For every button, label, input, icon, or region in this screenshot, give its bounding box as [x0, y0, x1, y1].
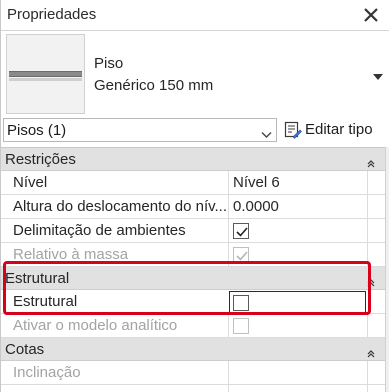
- group-estrutural[interactable]: Estrutural: [1, 267, 385, 290]
- property-name: Estrutural: [13, 293, 78, 310]
- property-grid: Restrições Nível Nível 6 Altura do deslo…: [1, 147, 385, 392]
- property-row-delimitacao-ambientes[interactable]: Delimitação de ambientes: [1, 219, 385, 243]
- type-selector[interactable]: Piso Genérico 150 mm: [1, 31, 389, 116]
- property-value-field[interactable]: 0.0000: [228, 195, 367, 219]
- property-name: Delimitação de ambientes: [13, 222, 186, 239]
- instance-filter-dropdown[interactable]: Pisos (1): [3, 118, 277, 142]
- property-value-field[interactable]: Nível 6: [228, 171, 367, 195]
- edit-type-button[interactable]: Editar tipo: [282, 118, 382, 142]
- type-preview-image: [6, 34, 85, 114]
- related-to-mass-checkbox: [233, 247, 249, 263]
- property-row-nivel[interactable]: Nível Nível 6: [1, 171, 385, 195]
- group-label: Restrições: [5, 151, 76, 168]
- group-restricoes[interactable]: Restrições: [1, 148, 385, 171]
- triangle-down-icon[interactable]: [371, 69, 385, 80]
- group-cotas[interactable]: Cotas: [1, 338, 385, 361]
- property-row-ativar-modelo-analitico: Ativar o modelo analítico: [1, 314, 385, 338]
- group-label: Estrutural: [5, 270, 70, 287]
- close-icon[interactable]: [359, 3, 383, 27]
- property-value: 0.0000: [233, 198, 279, 215]
- edit-type-icon: [284, 121, 302, 139]
- property-value: Nível 6: [233, 174, 280, 191]
- type-family-label: Piso: [94, 55, 124, 72]
- property-row-partial: [1, 385, 385, 392]
- properties-palette: Propriedades Piso Genérico 150 mm Pisos …: [0, 0, 389, 392]
- structural-checkbox[interactable]: [233, 295, 249, 311]
- palette-title: Propriedades: [7, 6, 97, 23]
- chevron-down-icon: [261, 126, 272, 138]
- edit-type-label: Editar tipo: [305, 121, 373, 138]
- room-bounding-checkbox[interactable]: [233, 223, 249, 239]
- collapse-chevrons-icon[interactable]: [367, 345, 375, 358]
- property-value-field[interactable]: [229, 291, 366, 313]
- vertical-scrollbar[interactable]: [385, 147, 389, 392]
- property-row-relativo-massa: Relativo à massa: [1, 243, 385, 267]
- property-name: Nível: [13, 174, 48, 191]
- type-name-label: Genérico 150 mm: [94, 77, 214, 94]
- collapse-chevrons-icon[interactable]: [367, 155, 375, 168]
- group-label: Cotas: [5, 341, 45, 358]
- property-row-altura-deslocamento[interactable]: Altura do deslocamento do nív... 0.0000: [1, 195, 385, 219]
- checkmark-icon: [236, 227, 248, 237]
- property-row-inclinacao: Inclinação: [1, 361, 385, 385]
- property-name: Ativar o modelo analítico: [13, 317, 178, 334]
- instance-row: Pisos (1) Editar tipo: [1, 116, 389, 145]
- property-name: Inclinação: [13, 364, 81, 381]
- property-row-estrutural[interactable]: Estrutural: [1, 290, 385, 314]
- instance-filter-value: Pisos (1): [7, 122, 67, 139]
- enable-analytical-model-checkbox: [233, 318, 249, 334]
- title-bar[interactable]: Propriedades: [1, 0, 389, 31]
- collapse-chevrons-icon[interactable]: [367, 274, 375, 287]
- checkmark-icon: [236, 251, 248, 261]
- property-name: Altura do deslocamento do nív...: [13, 198, 226, 215]
- property-name: Relativo à massa: [13, 246, 129, 263]
